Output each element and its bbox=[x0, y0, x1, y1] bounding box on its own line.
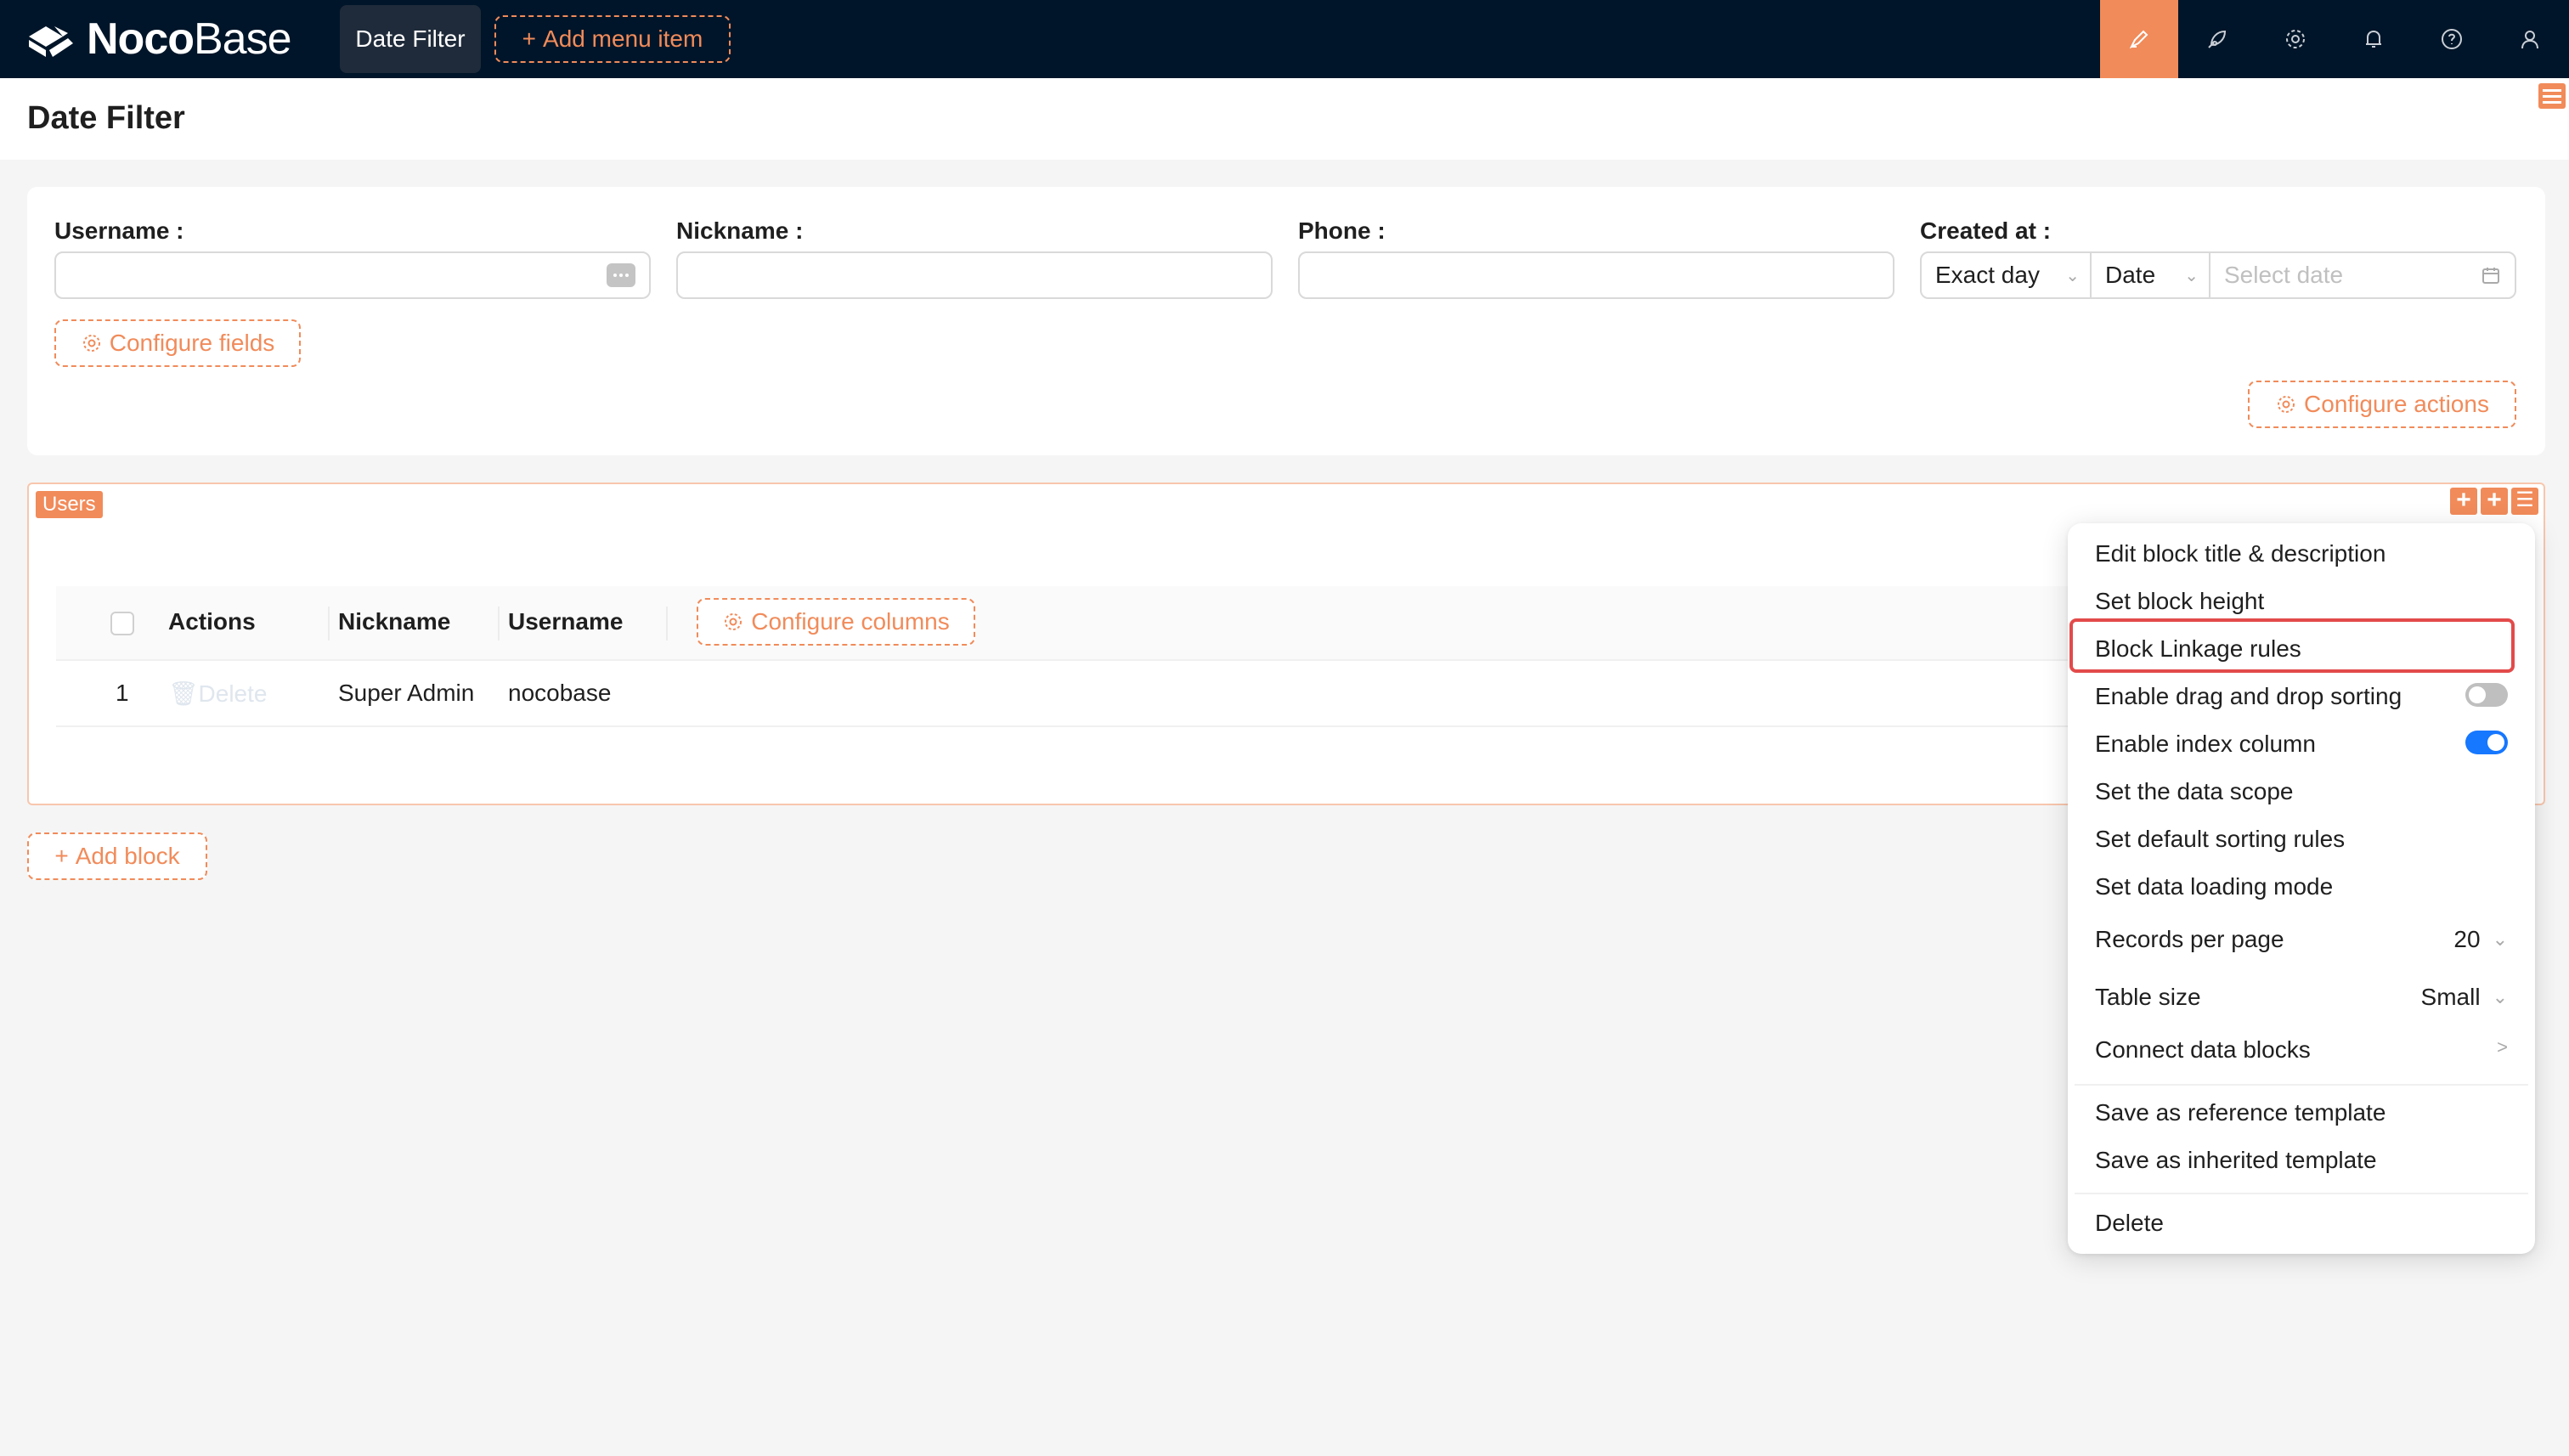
nickname-label: Nickname : bbox=[676, 217, 804, 244]
gear-icon bbox=[2286, 30, 2305, 48]
drag-sorting-toggle[interactable] bbox=[2465, 683, 2508, 707]
menu-item-save-inherited-template[interactable]: Save as inherited template bbox=[2095, 1147, 2377, 1174]
menu-item-save-reference-template[interactable]: Save as reference template bbox=[2095, 1099, 2386, 1126]
chevron-down-icon: ⌄ bbox=[2065, 266, 2080, 285]
date-placeholder: Select date bbox=[2224, 262, 2344, 288]
gear-icon bbox=[2278, 396, 2295, 413]
bell-icon bbox=[2366, 30, 2381, 48]
toolbar-icons bbox=[2100, 0, 2569, 78]
nickname-input[interactable] bbox=[676, 251, 1273, 299]
phone-label: Phone : bbox=[1298, 217, 1386, 244]
settings-button[interactable] bbox=[2256, 0, 2335, 78]
username-label: Username : bbox=[54, 217, 184, 244]
menu-item-loading-mode[interactable]: Set data loading mode bbox=[2095, 873, 2333, 900]
question-icon bbox=[2442, 29, 2462, 49]
add-block-button[interactable]: + Add block bbox=[27, 832, 207, 880]
chevron-down-icon: ⌄ bbox=[2184, 266, 2199, 285]
column-header-nickname: Nickname bbox=[338, 608, 451, 635]
chevron-down-icon: ⌄ bbox=[2492, 928, 2508, 950]
date-mode-value: Exact day bbox=[1935, 262, 2040, 288]
drag-handle-icon[interactable]: + bbox=[2450, 488, 2477, 515]
menu-item-data-scope[interactable]: Set the data scope bbox=[2095, 778, 2294, 805]
username-input[interactable] bbox=[54, 251, 651, 299]
menu-item-edit-title[interactable]: Edit block title & description bbox=[2095, 540, 2386, 567]
date-picker-type-value: Date bbox=[2105, 262, 2156, 288]
configure-actions-label: Configure actions bbox=[2304, 391, 2489, 417]
add-menu-item-button[interactable]: + Add menu item bbox=[494, 15, 731, 63]
menu-item-drag-sorting[interactable]: Enable drag and drop sorting bbox=[2095, 683, 2402, 710]
calendar-icon bbox=[2482, 268, 2499, 284]
date-picker-type-select[interactable]: Date ⌄ bbox=[2092, 253, 2210, 297]
chevron-right-icon: > bbox=[2497, 1036, 2508, 1058]
menu-divider bbox=[2075, 1193, 2528, 1194]
date-input[interactable]: Select date bbox=[2210, 253, 2515, 297]
phone-input[interactable] bbox=[1298, 251, 1894, 299]
column-divider bbox=[498, 607, 500, 641]
cell-username: nocobase bbox=[508, 680, 612, 706]
gear-icon bbox=[725, 613, 742, 630]
menu-item-index-column[interactable]: Enable index column bbox=[2095, 731, 2316, 758]
menu-item-connect-data-blocks[interactable]: Connect data blocks bbox=[2095, 1036, 2311, 1064]
created-at-label: Created at : bbox=[1920, 217, 2052, 244]
nav-item-date-filter[interactable]: Date Filter bbox=[340, 5, 481, 73]
block-toolbar: + + ☰ bbox=[2450, 488, 2538, 515]
configure-columns-button[interactable]: Configure columns bbox=[697, 598, 975, 646]
select-all-checkbox[interactable] bbox=[110, 612, 134, 635]
menu-item-set-block-height[interactable]: Set block height bbox=[2095, 588, 2264, 615]
nocobase-logo-icon bbox=[29, 26, 73, 57]
configure-actions-button[interactable]: Configure actions bbox=[2248, 381, 2516, 428]
column-header-actions: Actions bbox=[168, 608, 256, 635]
menu-item-sorting-rules[interactable]: Set default sorting rules bbox=[2095, 826, 2345, 853]
user-icon bbox=[2521, 31, 2538, 49]
plus-icon: + bbox=[522, 25, 537, 52]
records-per-page-value: 20 bbox=[2453, 926, 2481, 952]
page-title: Date Filter bbox=[27, 100, 185, 136]
cell-nickname: Super Admin bbox=[338, 680, 475, 706]
page-header: Date Filter bbox=[0, 78, 2569, 160]
add-block-icon[interactable]: + bbox=[2481, 488, 2508, 515]
block-settings-menu-icon[interactable]: ☰ bbox=[2511, 488, 2538, 515]
highlighter-icon bbox=[2129, 30, 2148, 49]
column-header-username: Username bbox=[508, 608, 624, 635]
column-divider bbox=[328, 607, 330, 641]
configure-columns-label: Configure columns bbox=[751, 608, 950, 635]
chevron-down-icon: ⌄ bbox=[2492, 986, 2508, 1007]
notifications-button[interactable] bbox=[2335, 0, 2413, 78]
date-mode-select[interactable]: Exact day ⌄ bbox=[1922, 253, 2092, 297]
rocket-icon bbox=[2208, 30, 2227, 48]
delete-action-link[interactable]: 🗑Delete bbox=[168, 680, 267, 708]
add-menu-item-label: Add menu item bbox=[543, 25, 703, 52]
table-size-value: Small bbox=[2420, 984, 2481, 1010]
help-button[interactable] bbox=[2413, 0, 2491, 78]
highlight-box bbox=[2069, 618, 2515, 673]
column-divider bbox=[666, 607, 668, 641]
ellipsis-icon[interactable] bbox=[607, 263, 635, 287]
block-title-tag: Users bbox=[36, 491, 103, 518]
user-menu-button[interactable] bbox=[2491, 0, 2569, 78]
page-settings-menu-icon[interactable] bbox=[2538, 83, 2566, 109]
top-navbar: NocoBase Date Filter + Add menu item bbox=[0, 0, 2569, 78]
records-per-page-select[interactable]: 20 ⌄ bbox=[2453, 926, 2508, 953]
index-column-toggle[interactable] bbox=[2465, 731, 2508, 754]
plus-icon: + bbox=[54, 843, 69, 869]
logo-text: NocoBase bbox=[87, 14, 292, 64]
gear-icon bbox=[82, 335, 100, 352]
trash-icon: 🗑 bbox=[168, 680, 199, 707]
ui-editor-button[interactable] bbox=[2100, 0, 2178, 78]
menu-item-table-size[interactable]: Table size bbox=[2095, 984, 2201, 1011]
add-block-label: Add block bbox=[75, 843, 180, 869]
menu-divider bbox=[2075, 1084, 2528, 1086]
configure-fields-label: Configure fields bbox=[109, 330, 275, 356]
configure-fields-button[interactable]: Configure fields bbox=[54, 319, 301, 367]
filter-form-block: Username : Nickname : Phone : Created at… bbox=[27, 187, 2545, 455]
table-size-select[interactable]: Small ⌄ bbox=[2421, 984, 2508, 1011]
created-at-date-filter: Exact day ⌄ Date ⌄ Select date bbox=[1920, 251, 2516, 299]
plugin-manager-button[interactable] bbox=[2178, 0, 2256, 78]
delete-action-label: Delete bbox=[198, 680, 268, 707]
menu-item-records-per-page[interactable]: Records per page bbox=[2095, 926, 2284, 953]
menu-item-delete[interactable]: Delete bbox=[2095, 1210, 2164, 1237]
row-index: 1 bbox=[116, 680, 129, 706]
logo[interactable]: NocoBase bbox=[25, 0, 292, 78]
